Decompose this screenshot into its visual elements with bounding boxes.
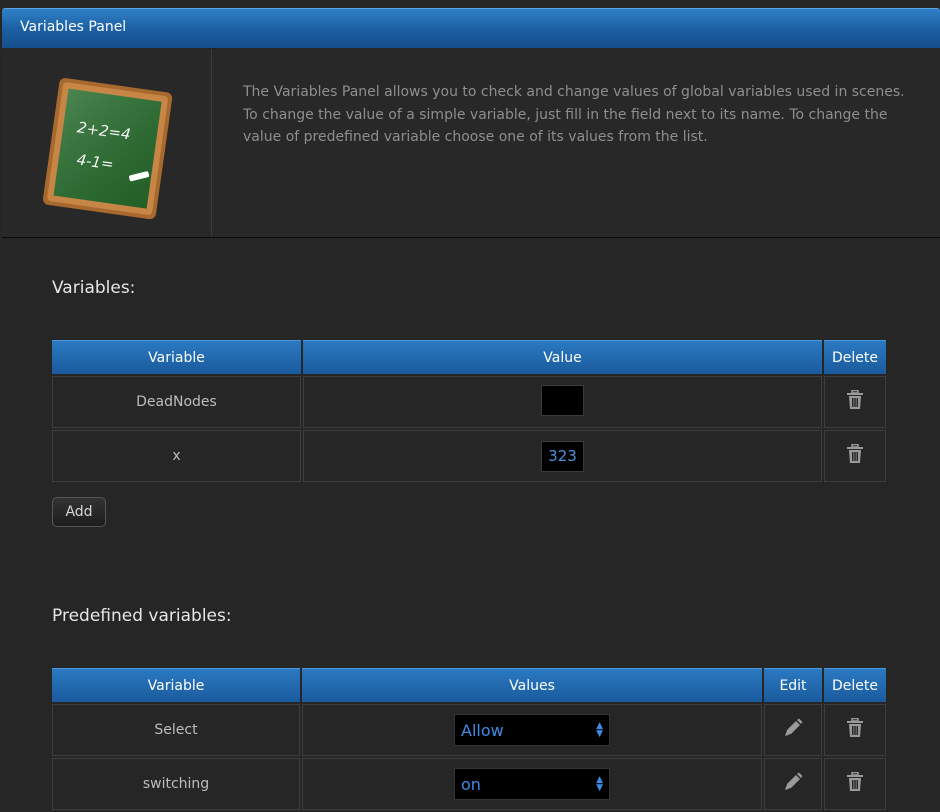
predefined-variable-name: Select <box>52 704 300 756</box>
table-row: switching on ▲ ▼ <box>52 758 886 810</box>
updown-arrows-icon: ▲ ▼ <box>596 775 603 793</box>
column-delete: Delete <box>824 340 886 374</box>
panel-header: Variables Panel <box>2 8 940 48</box>
variables-table: Variable Value Delete DeadNodes x 323 <box>50 338 888 484</box>
variable-value-input[interactable]: 323 <box>541 440 584 472</box>
pencil-icon[interactable] <box>783 718 803 742</box>
trash-icon[interactable] <box>846 717 864 742</box>
table-row: x 323 <box>52 430 886 482</box>
intro-description: The Variables Panel allows you to check … <box>243 84 905 145</box>
column-value: Value <box>303 340 822 374</box>
column-delete: Delete <box>824 668 886 702</box>
column-variable: Variable <box>52 668 300 702</box>
variables-title: Variables: <box>52 278 136 298</box>
panel-title: Variables Panel <box>20 19 127 35</box>
predefined-table: Variable Values Edit Delete Select Allow… <box>50 666 888 812</box>
pencil-icon[interactable] <box>783 772 803 796</box>
intro-section: 2+2=4 4-1= The Variables Panel allows yo… <box>2 49 940 238</box>
column-edit: Edit <box>764 668 822 702</box>
selected-value: Allow <box>461 720 504 740</box>
column-values: Values <box>302 668 762 702</box>
column-variable: Variable <box>52 340 301 374</box>
variable-value-input[interactable] <box>541 384 584 416</box>
trash-icon[interactable] <box>846 771 864 796</box>
intro-divider <box>211 49 212 237</box>
add-variable-button[interactable]: Add <box>52 497 106 527</box>
chalkboard-icon: 2+2=4 4-1= <box>43 78 173 220</box>
selected-value: on <box>461 774 481 794</box>
updown-arrows-icon: ▲ ▼ <box>596 721 603 739</box>
trash-icon[interactable] <box>846 389 864 414</box>
table-row: Select Allow ▲ ▼ <box>52 704 886 756</box>
predefined-title: Predefined variables: <box>52 606 232 626</box>
table-row: DeadNodes <box>52 376 886 428</box>
variable-name: x <box>52 430 301 482</box>
variable-name: DeadNodes <box>52 376 301 428</box>
value-select[interactable]: on ▲ ▼ <box>454 768 610 800</box>
predefined-variable-name: switching <box>52 758 300 810</box>
trash-icon[interactable] <box>846 443 864 468</box>
value-select[interactable]: Allow ▲ ▼ <box>454 714 610 746</box>
